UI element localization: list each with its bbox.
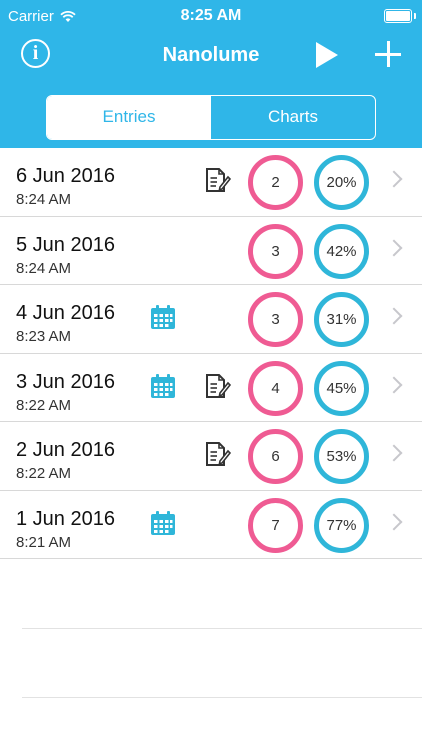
percent-ring: 20% <box>314 155 369 210</box>
entry-date: 5 Jun 2016 <box>16 233 115 256</box>
note-icon <box>206 168 231 192</box>
navigation-bar: i Nanolume <box>0 34 422 78</box>
entry-time: 8:22 AM <box>16 465 72 482</box>
table-row[interactable]: 4 Jun 2016 8:23 AM 3 31% <box>0 285 422 354</box>
tab-entries[interactable]: Entries <box>47 96 211 139</box>
table-row[interactable]: 3 Jun 2016 8:22 AM 4 45% <box>0 354 422 422</box>
play-icon[interactable] <box>316 42 338 68</box>
count-ring: 4 <box>248 360 303 416</box>
entry-time: 8:24 AM <box>16 259 72 277</box>
chevron-right-icon <box>385 444 403 462</box>
count-ring: 6 <box>248 429 303 484</box>
entry-date: 4 Jun 2016 <box>16 302 115 324</box>
count-ring: 3 <box>248 292 303 347</box>
table-row[interactable]: 2 Jun 2016 8:22 AM 6 53% <box>0 422 422 491</box>
table-row[interactable]: 5 Jun 2016 8:24 AM 3 42% <box>0 217 422 285</box>
status-bar: Carrier 8:25 AM <box>0 0 422 32</box>
note-icon <box>206 442 231 466</box>
entry-time: 8:24 AM <box>16 191 72 208</box>
tab-charts[interactable]: Charts <box>211 96 375 139</box>
calendar-icon <box>151 510 175 535</box>
chevron-right-icon <box>385 513 403 530</box>
segmented-control: Entries Charts <box>46 95 376 140</box>
plus-icon[interactable] <box>375 41 401 67</box>
chevron-right-icon <box>385 239 403 256</box>
calendar-icon <box>151 305 175 329</box>
empty-row-divider <box>22 628 422 629</box>
header: Carrier 8:25 AM i Nanolume Entries Chart… <box>0 0 422 148</box>
count-ring: 7 <box>248 497 303 553</box>
percent-ring: 53% <box>314 429 369 484</box>
entry-time: 8:23 AM <box>16 328 72 345</box>
entries-list: 6 Jun 2016 8:24 AM 2 20% 5 Jun 2016 8:24… <box>0 148 422 559</box>
table-row[interactable]: 6 Jun 2016 8:24 AM 2 20% <box>0 148 422 217</box>
empty-row-divider <box>22 697 422 698</box>
entry-date: 3 Jun 2016 <box>16 370 115 393</box>
chevron-right-icon <box>385 307 403 325</box>
status-time: 8:25 AM <box>180 7 242 24</box>
percent-ring: 77% <box>314 497 369 553</box>
entry-date: 1 Jun 2016 <box>16 507 115 530</box>
battery-icon <box>384 9 416 23</box>
entry-date: 6 Jun 2016 <box>16 165 115 187</box>
count-ring: 2 <box>248 155 303 210</box>
calendar-icon <box>151 373 175 398</box>
chevron-right-icon <box>385 170 403 188</box>
entry-time: 8:21 AM <box>16 533 72 551</box>
table-row[interactable]: 1 Jun 2016 8:21 AM 7 77% <box>0 491 422 559</box>
percent-ring: 42% <box>314 223 369 279</box>
percent-ring: 45% <box>314 360 369 416</box>
chevron-right-icon <box>385 376 403 393</box>
entry-time: 8:22 AM <box>16 396 72 414</box>
page-title: Nanolume <box>162 44 260 66</box>
percent-ring: 31% <box>314 292 369 347</box>
count-ring: 3 <box>248 223 303 279</box>
note-icon <box>206 373 231 398</box>
entry-date: 2 Jun 2016 <box>16 439 115 461</box>
